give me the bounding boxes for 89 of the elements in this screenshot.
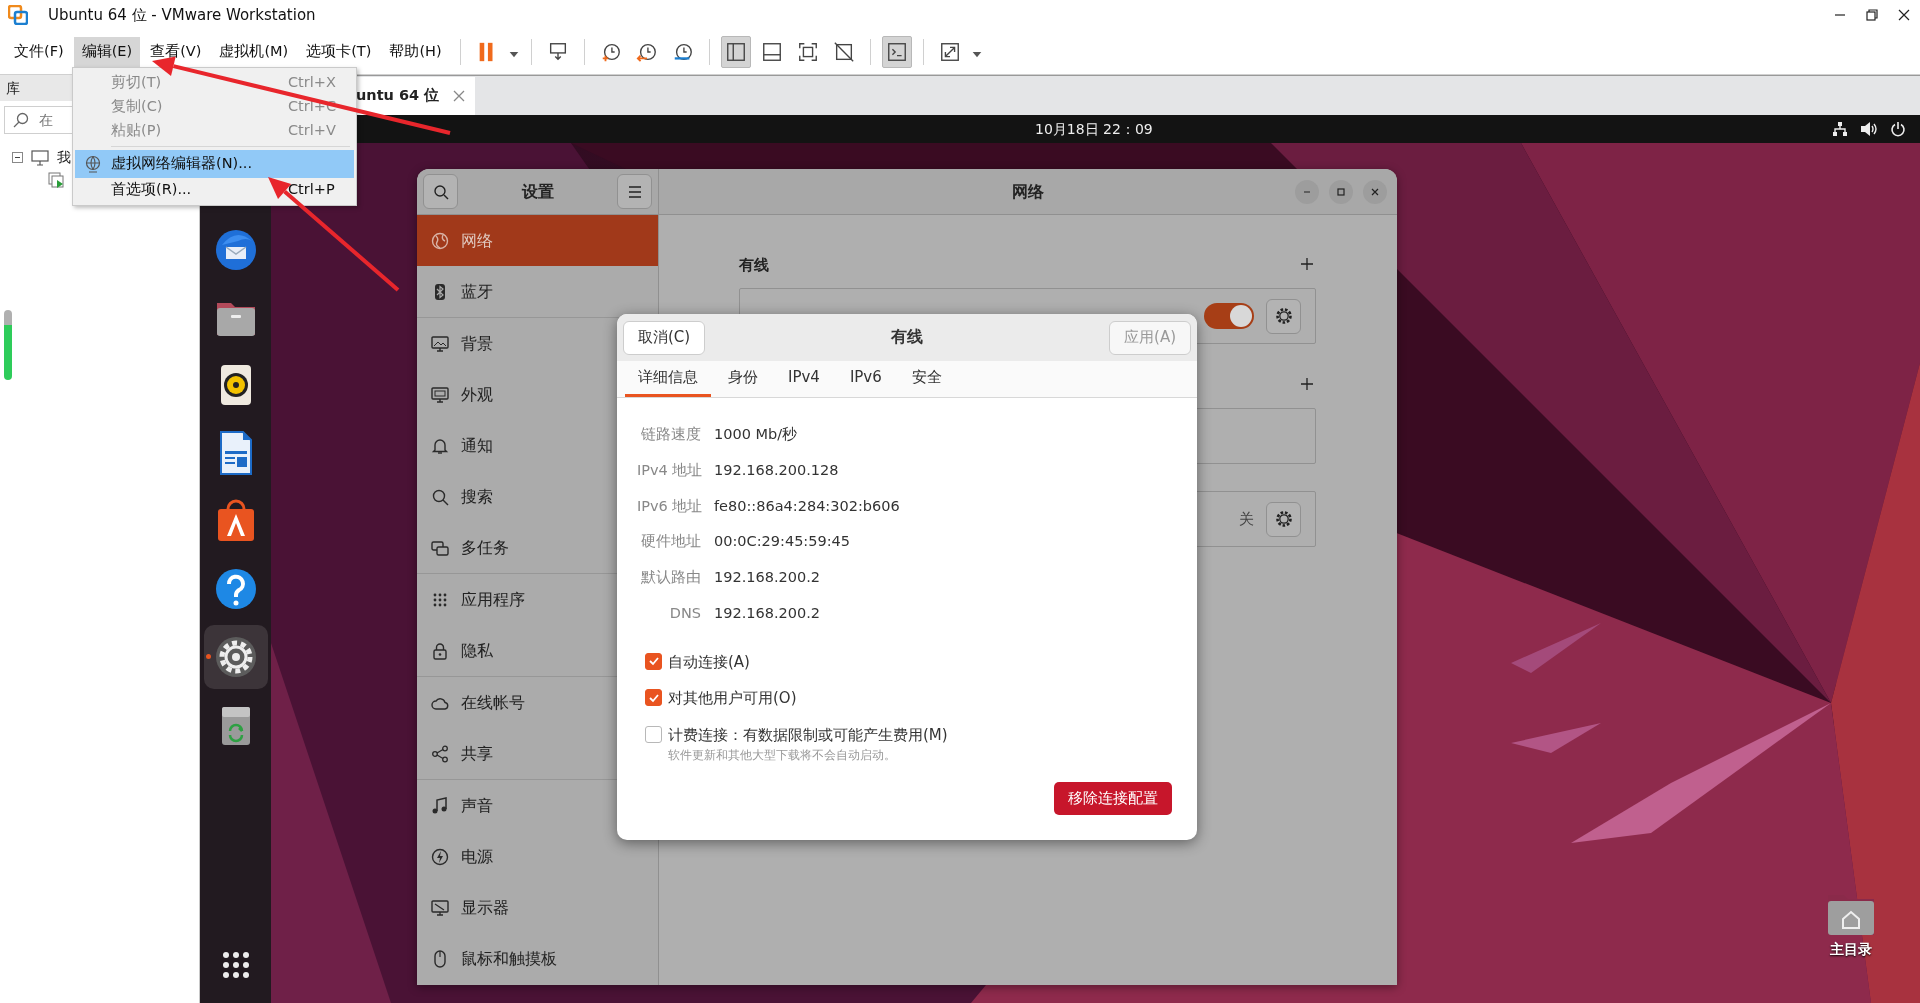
display-icon: [431, 898, 449, 917]
menu-item[interactable]: 首选项(R)... Ctrl+P: [75, 178, 354, 202]
section-heading: 有线: [739, 254, 769, 276]
menu-item[interactable]: 文件(F): [6, 37, 72, 67]
field-label: 链路速度: [640, 425, 701, 444]
checkbox[interactable]: [645, 725, 662, 743]
sidebar-item[interactable]: 网络: [417, 215, 658, 266]
computer-icon: [31, 149, 49, 166]
globe-icon: [84, 155, 102, 173]
app-grid-icon[interactable]: [221, 951, 250, 979]
vm-icon[interactable]: [48, 172, 66, 190]
search-icon: [431, 487, 449, 506]
mouse-icon: [431, 949, 449, 968]
gear-icon[interactable]: [1273, 306, 1294, 326]
tab[interactable]: 详细信息: [625, 361, 711, 397]
hint-text: 软件更新和其他大型下载将不会自动启动。: [668, 747, 897, 764]
menu-item[interactable]: 虚拟网络编辑器(N)...: [75, 150, 354, 178]
field-label: 默认路由: [640, 568, 701, 587]
plus-icon[interactable]: [1300, 257, 1314, 271]
monitor-icon: [431, 334, 449, 353]
check-icon: [647, 655, 660, 667]
field-value: 192.168.200.2: [714, 568, 822, 587]
share-icon: [431, 744, 449, 763]
tab[interactable]: 身份: [715, 361, 771, 397]
menu-item[interactable]: 虚拟机(M): [211, 37, 297, 67]
monitor-icon: [431, 385, 449, 404]
search-button[interactable]: [423, 174, 458, 209]
desktop-icon-label[interactable]: 主目录: [1830, 939, 1872, 960]
running-indicator: [205, 654, 211, 659]
maximize-button[interactable]: [1329, 180, 1353, 204]
sidebar-title: 设置: [520, 180, 555, 203]
tree-label[interactable]: 我: [57, 147, 71, 168]
tab[interactable]: IPv4: [775, 361, 833, 397]
network-icon[interactable]: [1832, 121, 1848, 137]
close-icon[interactable]: [1370, 187, 1380, 197]
globe-icon: [431, 231, 449, 250]
vertical-indicator: [4, 310, 12, 380]
close-icon[interactable]: [1896, 7, 1912, 23]
checkbox[interactable]: [645, 652, 662, 670]
field-label: IPv4 地址: [637, 460, 701, 480]
cancel-button[interactable]: 取消(C): [623, 320, 706, 355]
windows-icon: [431, 538, 449, 557]
tab[interactable]: 安全: [898, 361, 955, 397]
clock[interactable]: 10月18日 22：09: [1035, 119, 1153, 140]
search-icon: [13, 112, 29, 128]
tab[interactable]: IPv6: [836, 361, 895, 397]
field-label: DNS: [668, 603, 701, 623]
bell-icon: [431, 436, 449, 455]
restore-icon[interactable]: [1864, 7, 1880, 23]
volume-icon[interactable]: [1860, 121, 1878, 137]
field-value: 192.168.200.2: [714, 603, 822, 623]
checkbox-label: 计费连接：有数据限制或可能产生费用(M): [668, 724, 948, 746]
remove-button[interactable]: 移除连接配置: [1054, 782, 1172, 815]
maximize-icon[interactable]: [1336, 187, 1346, 197]
field-value: 1000 Mb/秒: [714, 425, 799, 444]
status-label: 关: [1239, 508, 1254, 530]
close-button[interactable]: [1363, 180, 1387, 204]
menu-item[interactable]: 查看(V): [142, 37, 210, 67]
app-logo-icon: [8, 5, 28, 25]
search-icon: [432, 183, 449, 200]
lock-icon: [431, 641, 449, 660]
field-value: fe80::86a4:284:302:b606: [714, 496, 901, 516]
menu-icon: [627, 185, 642, 198]
menu-item[interactable]: 选项卡(T): [298, 37, 380, 67]
gear-icon[interactable]: [1273, 509, 1294, 529]
field-value: 00:0C:29:45:59:45: [714, 532, 852, 552]
checkbox-label: 自动连接(A): [668, 651, 750, 673]
menu-button[interactable]: [617, 174, 652, 209]
settings-button[interactable]: [1266, 298, 1301, 334]
menu-item[interactable]: 帮助(H): [381, 37, 450, 67]
toggle-switch[interactable]: [1204, 303, 1254, 329]
field-label: 硬件地址: [640, 532, 701, 552]
sidebar-item[interactable]: 鼠标和触摸板: [417, 933, 658, 984]
field-label: IPv6 地址: [637, 496, 701, 516]
checkbox[interactable]: [645, 689, 662, 706]
menu-item[interactable]: 编辑(E): [73, 37, 141, 67]
power-icon[interactable]: [1890, 121, 1906, 137]
power-bolt-icon: [431, 847, 449, 866]
collapse-icon[interactable]: [12, 152, 23, 163]
panel-title: 网络: [1012, 180, 1044, 203]
settings-button[interactable]: [1266, 501, 1301, 537]
sidebar-item[interactable]: 显示器: [417, 882, 658, 933]
window-title: Ubuntu 64 位 - VMware Workstation: [48, 4, 316, 26]
field-value: 192.168.200.128: [714, 460, 840, 480]
music-note-icon: [431, 796, 449, 815]
dialog-title: 有线: [890, 326, 925, 348]
sidebar-item[interactable]: 电源: [417, 831, 658, 882]
checkbox-label: 对其他用户可用(O): [668, 688, 797, 709]
plus-icon[interactable]: [1300, 377, 1314, 391]
